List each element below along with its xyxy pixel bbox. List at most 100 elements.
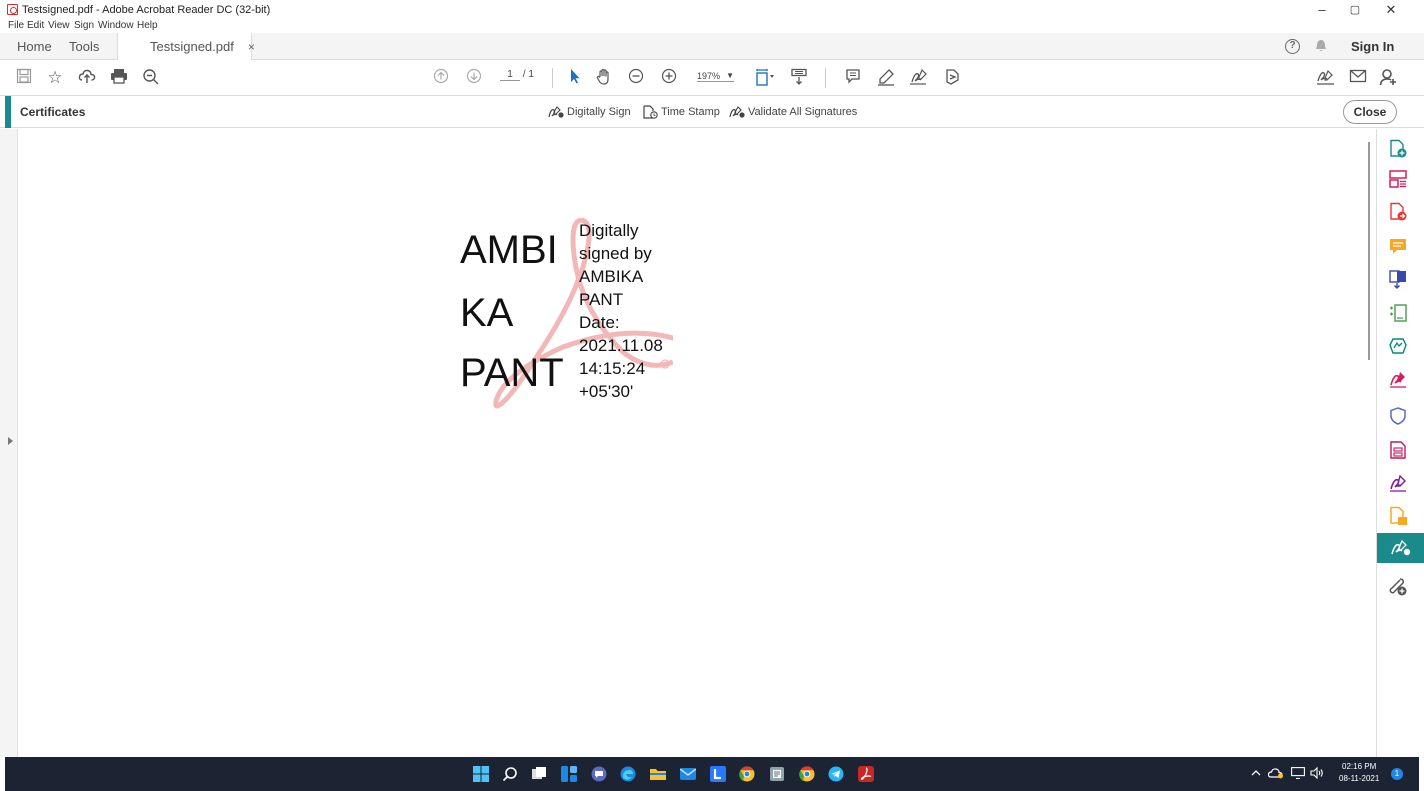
upload-cloud-icon[interactable] — [77, 68, 97, 88]
menu-sign[interactable]: Sign — [74, 20, 94, 31]
close-certificates-button[interactable]: Close — [1343, 100, 1397, 124]
protect-shield-icon[interactable] — [1388, 406, 1410, 428]
minimize-button[interactable]: – — [1308, 2, 1336, 18]
expand-pane-arrow-icon[interactable] — [8, 437, 13, 445]
show-hidden-icons-chevron-icon[interactable] — [1251, 767, 1261, 781]
help-icon[interactable]: ? — [1285, 39, 1300, 54]
select-cursor-icon[interactable] — [565, 68, 585, 88]
chrome-profile-icon[interactable] — [799, 766, 815, 782]
launcher-l-icon[interactable] — [710, 766, 726, 782]
email-icon[interactable] — [1348, 68, 1368, 88]
search-icon[interactable] — [502, 766, 518, 782]
clock-time: 02:16 PM — [1342, 762, 1377, 771]
tool-accent-bar — [5, 96, 11, 128]
comment-icon[interactable] — [843, 68, 863, 88]
file-explorer-icon[interactable] — [650, 766, 666, 782]
close-tab-icon[interactable]: × — [248, 40, 255, 54]
edit-pdf-icon[interactable] — [1388, 303, 1410, 325]
widgets-icon[interactable] — [561, 766, 577, 782]
send-for-review-icon[interactable] — [1388, 336, 1410, 358]
next-page-icon[interactable] — [464, 68, 484, 88]
fill-sign-icon[interactable] — [909, 68, 929, 88]
scan-ocr-icon[interactable] — [1388, 506, 1410, 528]
export-pdf-icon[interactable] — [1388, 202, 1410, 224]
hand-tool-icon[interactable] — [594, 68, 614, 88]
save-icon[interactable] — [14, 68, 34, 88]
digitally-sign-button[interactable]: Digitally Sign — [548, 105, 631, 119]
sign-pen-icon[interactable] — [1316, 68, 1336, 88]
menu-help[interactable]: Help — [137, 20, 158, 31]
chevron-down-icon: ▼ — [726, 71, 735, 80]
current-page-input[interactable]: 1 — [500, 69, 520, 81]
acrobat-reader-taskbar-icon[interactable] — [858, 766, 874, 782]
zoom-in-icon[interactable] — [659, 68, 679, 88]
window-title: Testsigned.pdf - Adobe Acrobat Reader DC… — [22, 4, 271, 16]
comment-tool-icon[interactable] — [1388, 236, 1410, 258]
tab-row: Home Tools Testsigned.pdf × ? Sign In — [0, 33, 1424, 61]
menu-view[interactable]: View — [48, 20, 70, 31]
fit-page-icon[interactable] — [755, 68, 775, 88]
signer-name-line-1: AMBI — [460, 228, 558, 272]
signer-name-line-3: PANT — [460, 351, 564, 395]
page-total-label: / 1 — [522, 69, 534, 80]
start-windows-icon[interactable] — [473, 766, 489, 782]
prepare-form-icon[interactable] — [1388, 440, 1410, 462]
sign-in-link[interactable]: Sign In — [1351, 33, 1394, 60]
volume-speaker-icon[interactable] — [1310, 766, 1324, 782]
validate-all-label: Validate All Signatures — [748, 105, 858, 118]
zoom-out-icon[interactable] — [626, 68, 646, 88]
time-stamp-button[interactable]: Time Stamp — [642, 105, 720, 119]
zoom-level-dropdown[interactable]: 197% ▼ — [697, 71, 735, 82]
teams-chat-icon[interactable] — [591, 766, 607, 782]
combine-files-icon[interactable] — [1388, 269, 1410, 291]
signature-detail-line: Digitally — [579, 221, 639, 240]
organize-pages-icon[interactable] — [1388, 169, 1410, 191]
signature-detail-line: 14:15:24 — [579, 359, 646, 378]
print-icon[interactable] — [109, 68, 129, 88]
acrobat-logo-icon — [7, 4, 18, 15]
mail-icon[interactable] — [679, 766, 697, 782]
notification-bell-icon[interactable] — [1315, 39, 1327, 53]
maximize-button[interactable]: ▢ — [1341, 2, 1369, 18]
signature-detail-line: Date: — [579, 313, 620, 332]
close-window-button[interactable]: ✕ — [1377, 2, 1405, 18]
zoom-out-search-icon[interactable] — [141, 68, 161, 88]
task-view-icon[interactable] — [531, 766, 547, 782]
edge-browser-icon[interactable] — [620, 766, 636, 782]
time-stamp-icon — [643, 105, 658, 119]
menu-edit[interactable]: Edit — [27, 20, 44, 31]
add-user-share-icon[interactable] — [1378, 68, 1398, 88]
document-view[interactable] — [0, 129, 1376, 757]
scrolling-mode-icon[interactable] — [789, 68, 809, 88]
menu-window[interactable]: Window — [98, 20, 134, 31]
validate-all-signatures-button[interactable]: Validate All Signatures — [729, 105, 857, 119]
digital-sign-pen-icon — [548, 106, 564, 118]
notification-count-badge[interactable]: 1 — [1391, 768, 1403, 780]
bookmark-star-icon[interactable]: ☆ — [45, 68, 65, 88]
menu-file[interactable]: File — [8, 20, 24, 31]
create-pdf-icon[interactable] — [1388, 139, 1410, 161]
time-stamp-label: Time Stamp — [661, 105, 720, 118]
cloud-sync-icon[interactable] — [1267, 767, 1284, 782]
digital-signature-field[interactable]: AMBI KA PANT Digitally signed by AMBIKA … — [455, 212, 685, 412]
telegram-icon[interactable] — [828, 766, 844, 782]
certificates-tool-button[interactable] — [1377, 533, 1424, 563]
tab-document[interactable]: Testsigned.pdf × — [117, 33, 255, 61]
highlight-pen-icon[interactable] — [876, 68, 896, 88]
system-clock[interactable]: 02:16 PM 08-11-2021 — [1339, 761, 1379, 785]
vertical-scrollbar[interactable] — [1368, 142, 1370, 360]
tab-home[interactable]: Home — [17, 33, 52, 60]
documents-app-icon[interactable] — [769, 766, 785, 782]
request-signatures-icon[interactable] — [1388, 473, 1410, 495]
fill-and-sign-icon[interactable] — [1388, 369, 1410, 391]
title-bar: Testsigned.pdf - Adobe Acrobat Reader DC… — [0, 0, 1424, 20]
signature-detail-line: PANT — [579, 290, 624, 309]
network-monitor-icon[interactable] — [1291, 767, 1305, 782]
page-number-box[interactable]: 1 / 1 — [500, 69, 534, 81]
previous-page-icon[interactable] — [431, 68, 451, 88]
tab-tools[interactable]: Tools — [69, 33, 99, 60]
digitally-sign-label: Digitally Sign — [567, 105, 631, 118]
more-tools-wrench-icon[interactable] — [1388, 577, 1410, 599]
chrome-browser-icon[interactable] — [739, 766, 755, 782]
share-stamp-icon[interactable] — [942, 68, 962, 88]
